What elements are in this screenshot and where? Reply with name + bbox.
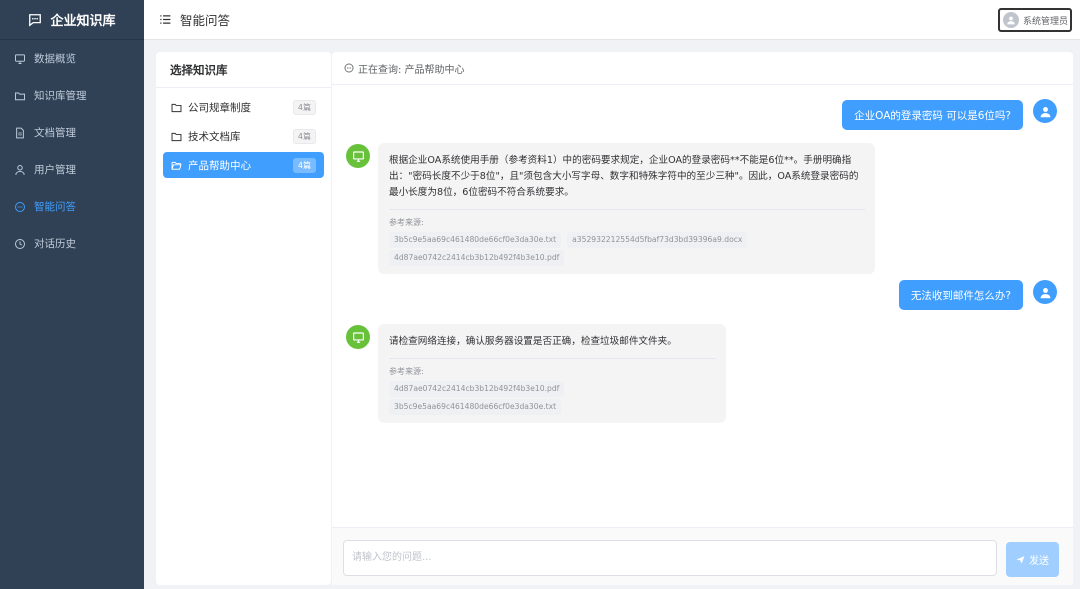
monitor-icon — [352, 331, 364, 343]
bot-message: 请检查网络连接，确认服务器设置是否正确，检查垃圾邮件文件夹。 参考来源: 4d8… — [378, 324, 726, 423]
send-icon — [1016, 556, 1025, 564]
sidebar: 企业知识库 数据概览 知识库管理 文档管理 用户管理 智能问答 对话历史 — [0, 0, 144, 589]
bot-avatar — [346, 144, 370, 168]
app-title: 企业知识库 — [50, 14, 116, 29]
kb-item-product-help[interactable]: 产品帮助中心 4篇 — [163, 152, 324, 178]
chat-icon — [15, 201, 25, 212]
chat-bubble-icon — [29, 13, 42, 27]
sidebar-item-documents[interactable]: 文档管理 — [0, 114, 144, 151]
send-button-label: 发送 — [1029, 556, 1049, 567]
brand: 企业知识库 — [0, 0, 144, 40]
sidebar-nav: 数据概览 知识库管理 文档管理 用户管理 智能问答 对话历史 — [0, 40, 144, 262]
sidebar-item-label: 文档管理 — [34, 127, 76, 139]
kb-item-count-badge: 4篇 — [292, 157, 316, 173]
menu-fold-icon — [159, 15, 170, 24]
user-message: 企业OA的登录密码 可以是6位吗? — [842, 100, 1023, 130]
kb-item-count-badge: 4篇 — [292, 128, 316, 144]
send-button[interactable]: 发送 — [1006, 542, 1059, 577]
sidebar-item-label: 用户管理 — [34, 164, 76, 176]
chat-input-area: 发送 — [332, 527, 1073, 585]
user-icon — [15, 164, 25, 175]
reference-block: 参考来源: 3b5c9e5aa69c461480de66cf0e3da30e.t… — [389, 209, 865, 266]
sidebar-item-users[interactable]: 用户管理 — [0, 151, 144, 188]
user-avatar-icon — [1040, 287, 1050, 298]
monitor-icon — [352, 150, 364, 162]
reference-list: 4d87ae0742c2414cb3b12b492f4b3e10.pdf 3b5… — [389, 381, 716, 415]
reference-file[interactable]: 3b5c9e5aa69c461480de66cf0e3da30e.txt — [389, 232, 562, 248]
sidebar-item-label: 智能问答 — [34, 201, 76, 213]
user-avatar-icon — [1040, 106, 1050, 117]
document-icon — [16, 127, 24, 138]
folder-icon — [171, 103, 182, 112]
querying-label: 正在查询: 产品帮助中心 — [358, 64, 465, 76]
question-input[interactable] — [343, 540, 997, 576]
sidebar-item-qa[interactable]: 智能问答 — [0, 188, 144, 225]
page-title: 智能问答 — [180, 13, 231, 28]
kb-panel-title: 选择知识库 — [156, 52, 331, 88]
reference-label: 参考来源: — [389, 367, 424, 376]
sidebar-item-history[interactable]: 对话历史 — [0, 225, 144, 262]
user-message: 无法收到邮件怎么办? — [898, 280, 1023, 310]
reference-file[interactable]: 4d87ae0742c2414cb3b12b492f4b3e10.pdf — [389, 381, 565, 397]
kb-item-name: 公司规章制度 — [188, 101, 251, 114]
kb-item-tech-docs[interactable]: 技术文档库 4篇 — [163, 123, 324, 149]
kb-list: 公司规章制度 4篇 技术文档库 4篇 产品帮助中心 4篇 — [156, 88, 331, 187]
user-avatar-icon — [1007, 16, 1015, 25]
clock-icon — [15, 238, 25, 249]
folder-icon — [171, 132, 182, 141]
kb-item-company-rules[interactable]: 公司规章制度 4篇 — [163, 94, 324, 120]
sidebar-item-label: 对话历史 — [34, 238, 76, 250]
kb-panel: 选择知识库 公司规章制度 4篇 技术文档库 4篇 产品帮助中心 4篇 — [156, 52, 331, 585]
kb-item-count-badge: 4篇 — [292, 99, 316, 115]
monitor-icon — [15, 53, 25, 64]
avatar — [1003, 12, 1019, 28]
chat-bubble-icon — [344, 63, 354, 73]
sidebar-item-label: 知识库管理 — [34, 90, 87, 102]
bot-message: 根据企业OA系统使用手册（参考资料1）中的密码要求规定，企业OA的登录密码**不… — [378, 143, 875, 274]
sidebar-item-kb-management[interactable]: 知识库管理 — [0, 77, 144, 114]
reference-file[interactable]: a352932212554d5fbaf73d3bd39396a9.docx — [567, 232, 748, 248]
bot-avatar — [346, 325, 370, 349]
sidebar-item-dashboard[interactable]: 数据概览 — [0, 40, 144, 77]
user-menu-button[interactable]: 系统管理员 — [998, 8, 1072, 32]
reference-file[interactable]: 4d87ae0742c2414cb3b12b492f4b3e10.pdf — [389, 250, 565, 266]
sidebar-item-label: 数据概览 — [34, 53, 76, 65]
chat-messages: 企业OA的登录密码 可以是6位吗? 根据企业OA系统使用手册（参考资料1）中的密… — [332, 85, 1073, 527]
bot-message-text: 根据企业OA系统使用手册（参考资料1）中的密码要求规定，企业OA的登录密码**不… — [389, 155, 859, 198]
kb-item-name: 产品帮助中心 — [188, 159, 251, 172]
folder-icon — [15, 92, 25, 100]
reference-file[interactable]: 3b5c9e5aa69c461480de66cf0e3da30e.txt — [389, 399, 562, 415]
reference-list: 3b5c9e5aa69c461480de66cf0e3da30e.txt a35… — [389, 232, 865, 266]
kb-item-name: 技术文档库 — [188, 130, 241, 143]
top-header: 智能问答 系统管理员 — [144, 0, 1080, 40]
reference-label: 参考来源: — [389, 218, 424, 227]
chat-panel: 正在查询: 产品帮助中心 企业OA的登录密码 可以是6位吗? 根据企业OA系统使… — [332, 52, 1073, 585]
chat-header: 正在查询: 产品帮助中心 — [332, 52, 1073, 85]
user-name: 系统管理员 — [1023, 16, 1069, 27]
folder-open-icon — [171, 161, 182, 170]
menu-toggle-button[interactable] — [158, 13, 172, 27]
reference-block: 参考来源: 4d87ae0742c2414cb3b12b492f4b3e10.p… — [389, 358, 716, 415]
user-avatar — [1033, 280, 1057, 304]
user-avatar — [1033, 99, 1057, 123]
bot-message-text: 请检查网络连接，确认服务器设置是否正确，检查垃圾邮件文件夹。 — [389, 336, 677, 347]
